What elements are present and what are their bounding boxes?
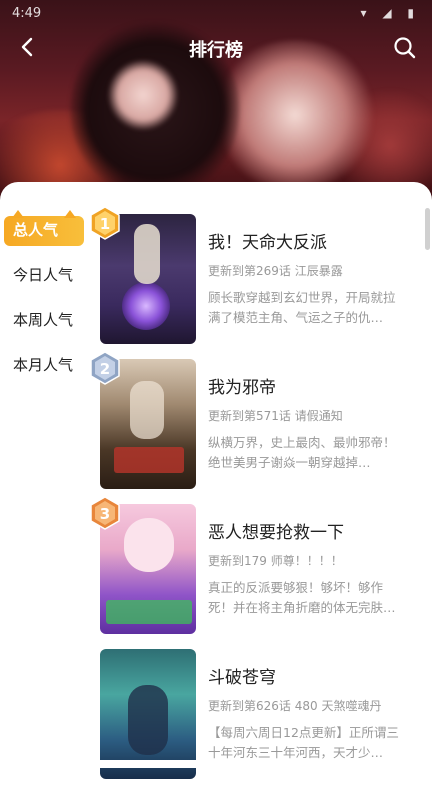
rank-badge-icon: 2 (90, 351, 120, 385)
tab-label: 总人气 (13, 221, 59, 239)
comic-title: 我为邪帝 (208, 378, 276, 398)
comic-description: 纵横万界，史上最肉、最帅邪帝！绝世美男子谢焱一朝穿越掉… (208, 435, 396, 470)
list-item[interactable]: 2 我为邪帝 更新到第571话 请假通知 纵横万界，史上最肉、最帅邪帝！绝世美男… (90, 351, 428, 504)
status-icons: ▾ ◢ ▮ (360, 6, 420, 20)
tab-label: 本周人气 (13, 311, 74, 329)
rank-number: 2 (100, 360, 110, 378)
rank-badge-icon: 1 (90, 206, 120, 240)
rank-badge-icon: 3 (90, 496, 120, 530)
rank-number: 3 (100, 505, 110, 523)
page-title: 排行榜 (189, 40, 243, 61)
tab-label: 本月人气 (13, 356, 74, 374)
hero-banner (0, 0, 432, 200)
comic-title: 斗破苍穹 (208, 668, 276, 688)
comic-update: 更新到179 师尊！！！！ (208, 554, 343, 568)
tab-month-popularity[interactable]: 本月人气 (0, 343, 90, 388)
comic-update: 更新到第626话 480 天煞噬魂丹 (208, 699, 382, 713)
bottom-edge (0, 760, 432, 768)
tab-label: 今日人气 (13, 266, 74, 284)
list-item[interactable]: 1 我！天命大反派 更新到第269话 江辰暴露 顾长歌穿越到玄幻世界，开局就拉满… (90, 206, 428, 359)
status-time: 4:49 (12, 6, 42, 21)
rank-number: 1 (100, 215, 110, 233)
tab-today-popularity[interactable]: 今日人气 (0, 253, 90, 298)
comic-description: 真正的反派要够狠！够坏！够作死！并在将主角折磨的体无完肤… (208, 580, 396, 615)
list-item[interactable]: 斗破苍穹 更新到第626话 480 天煞噬魂丹 【每周六周日12点更新】正所谓三… (98, 649, 428, 794)
comic-description: 顾长歌穿越到玄幻世界，开局就拉满了模范主角、气运之子的仇… (208, 290, 396, 325)
search-icon (394, 37, 416, 59)
comic-update: 更新到第571话 请假通知 (208, 409, 343, 423)
comic-update: 更新到第269话 江辰暴露 (208, 264, 343, 278)
search-button[interactable] (392, 35, 418, 61)
tab-week-popularity[interactable]: 本周人气 (0, 298, 90, 343)
ranking-list: 1 我！天命大反派 更新到第269话 江辰暴露 顾长歌穿越到玄幻世界，开局就拉满… (90, 206, 428, 794)
comic-description: 【每周六周日12点更新】正所谓三十年河东三十年河西，天才少… (208, 725, 399, 760)
tab-total-popularity[interactable]: 总人气 (0, 208, 90, 253)
comic-title: 我！天命大反派 (208, 233, 327, 253)
list-item[interactable]: 3 恶人想要抢救一下 更新到179 师尊！！！！ 真正的反派要够狠！够坏！够作死… (90, 496, 428, 649)
ranking-tabs: 总人气 今日人气 本周人气 本月人气 (0, 208, 90, 388)
comic-title: 恶人想要抢救一下 (208, 523, 344, 543)
